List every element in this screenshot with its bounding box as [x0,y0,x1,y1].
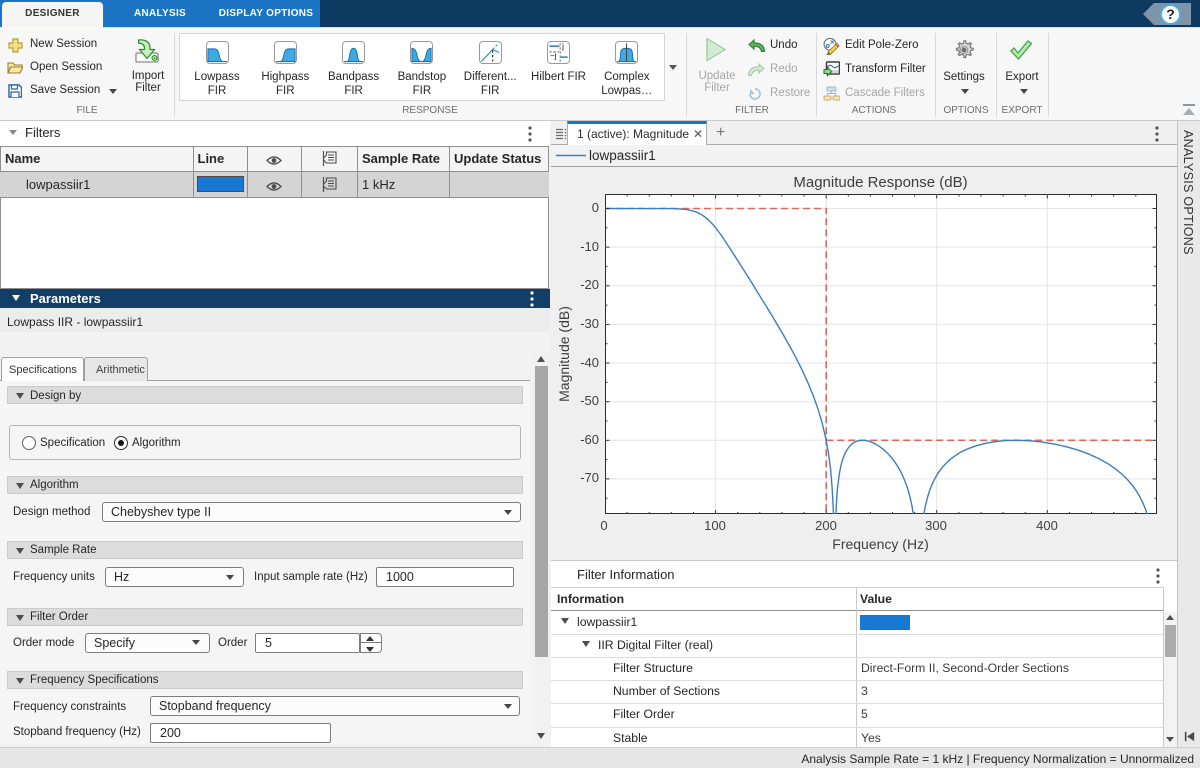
svg-text:j: j [561,42,564,51]
svg-text:−j: −j [550,51,557,60]
